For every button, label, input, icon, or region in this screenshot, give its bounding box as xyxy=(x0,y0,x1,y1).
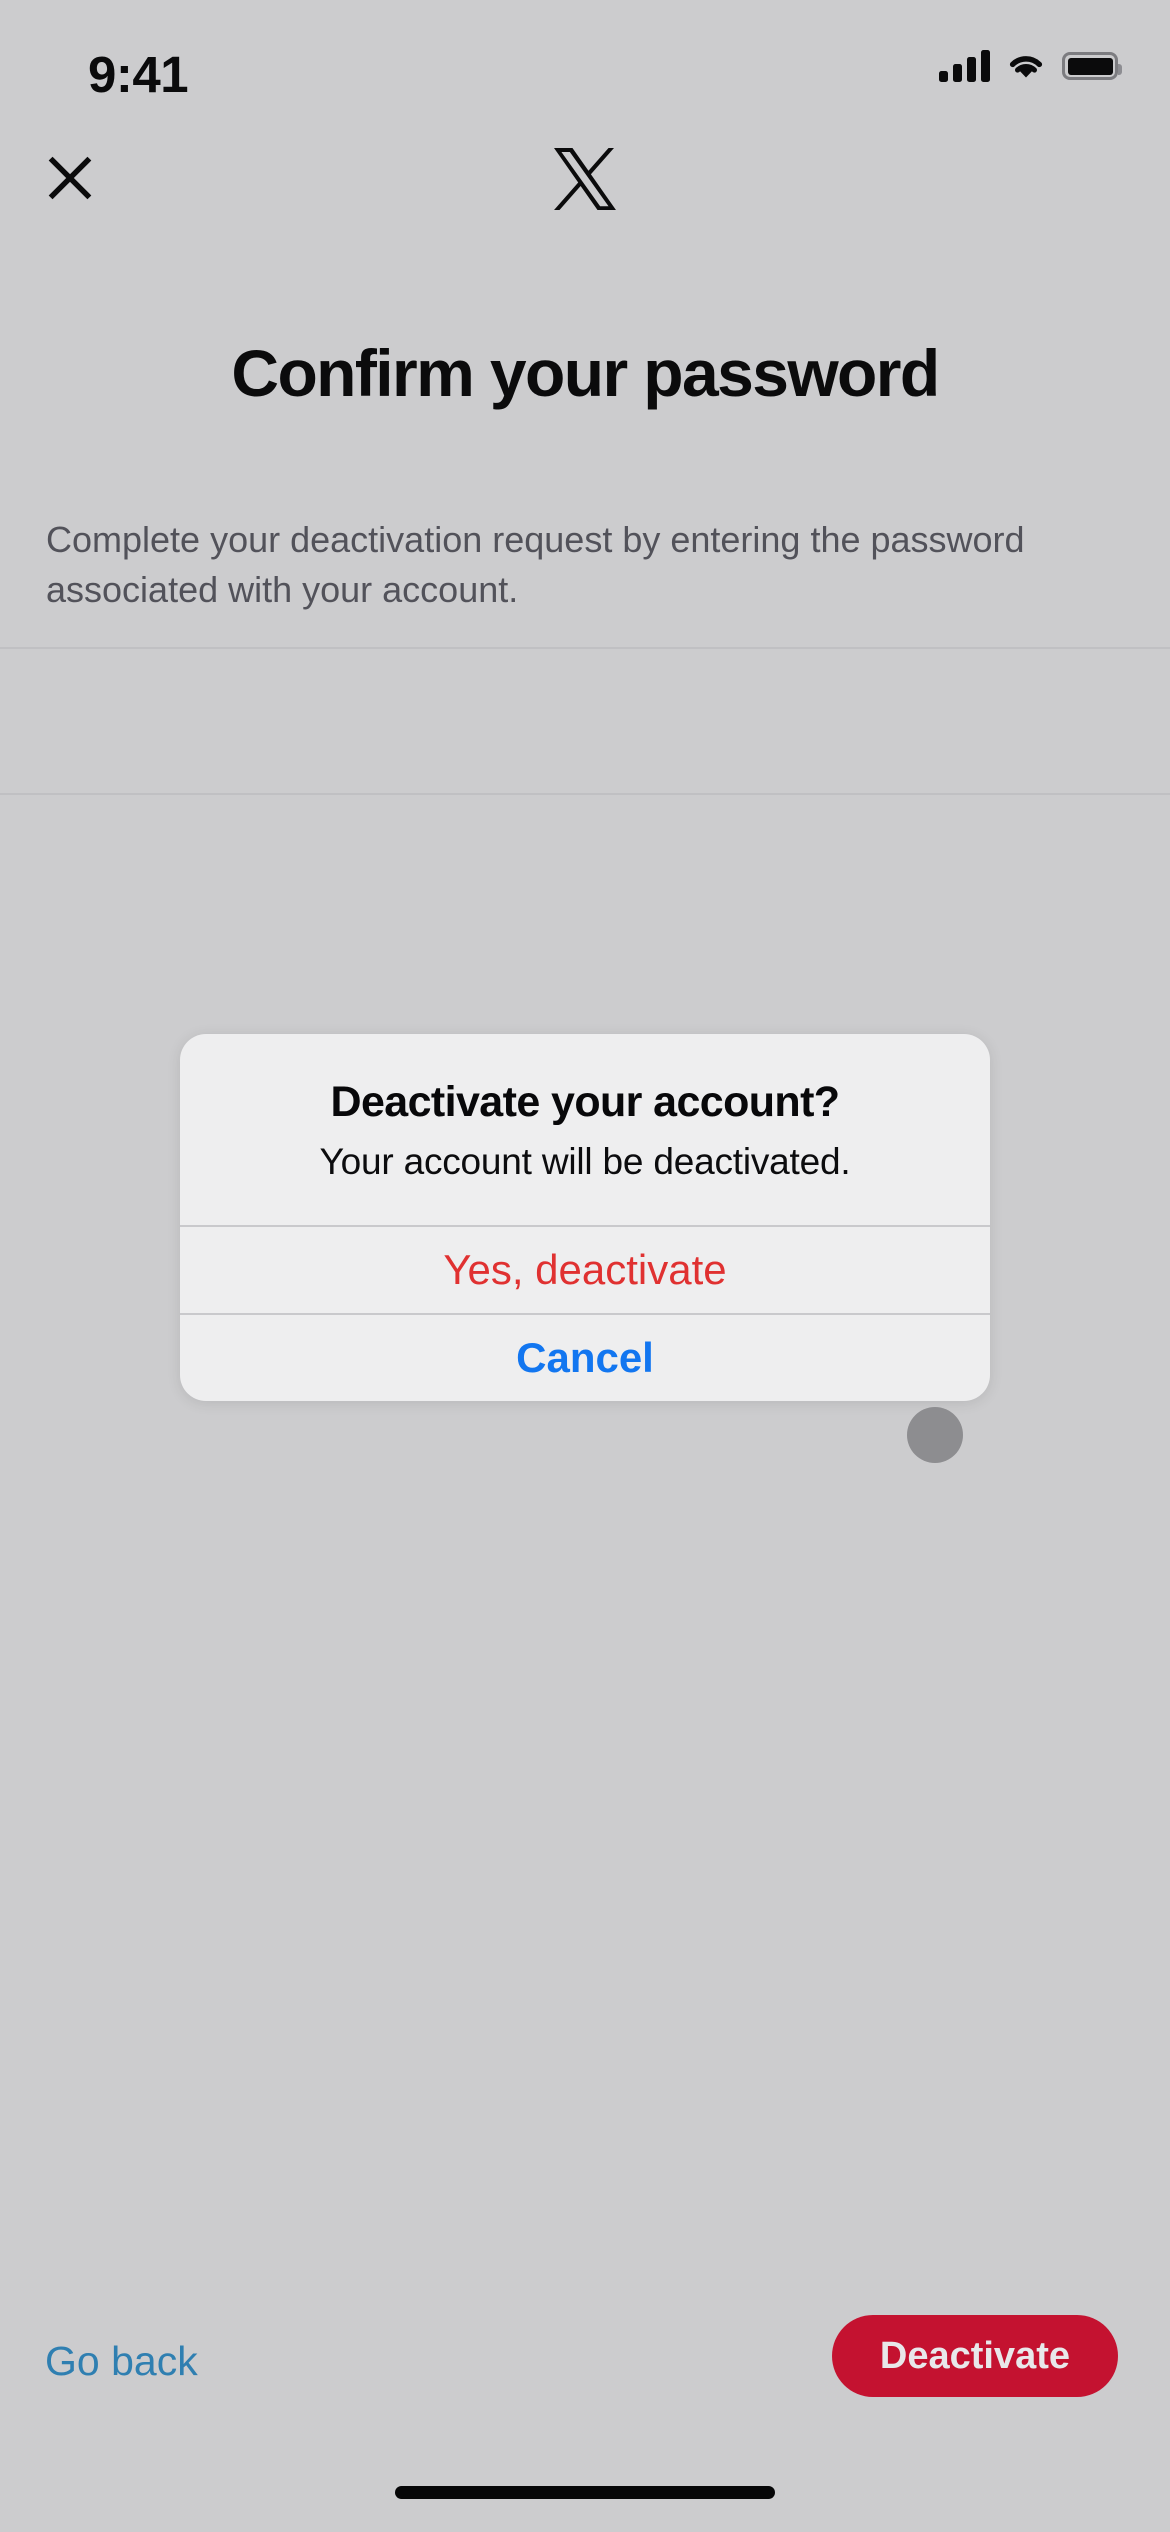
page-title: Confirm your password xyxy=(231,336,940,410)
alert-message: Your account will be deactivated. xyxy=(319,1141,851,1182)
status-bar-time: 9:41 xyxy=(88,46,189,103)
password-input[interactable] xyxy=(0,649,1170,793)
cellular-signal-icon xyxy=(939,50,990,82)
deactivate-alert-dialog: Deactivate your account? Your account wi… xyxy=(180,1034,990,1401)
close-icon xyxy=(48,156,92,200)
alert-confirm-button[interactable]: Yes, deactivate xyxy=(180,1225,990,1313)
page-description: Complete your deactivation request by en… xyxy=(46,519,1025,610)
status-bar-indicators xyxy=(939,46,1122,86)
phone-screen: 9:41 Confirm your password Complete your… xyxy=(0,0,1170,2532)
status-bar: 9:41 xyxy=(0,0,1170,120)
password-input-row[interactable] xyxy=(0,647,1170,795)
wifi-icon xyxy=(1006,51,1046,81)
pointer-cursor xyxy=(907,1407,963,1463)
navigation-bar xyxy=(0,120,1170,240)
deactivate-button[interactable]: Deactivate xyxy=(831,2315,1118,2397)
go-back-link[interactable]: Go back xyxy=(45,2338,198,2385)
alert-title: Deactivate your account? xyxy=(330,1078,841,1126)
alert-cancel-button[interactable]: Cancel xyxy=(180,1313,990,1401)
x-logo-icon xyxy=(554,148,616,211)
home-indicator xyxy=(395,2486,775,2499)
battery-full-icon xyxy=(1062,52,1122,80)
alert-header: Deactivate your account? Your account wi… xyxy=(180,1034,990,1225)
close-button[interactable] xyxy=(30,138,110,218)
